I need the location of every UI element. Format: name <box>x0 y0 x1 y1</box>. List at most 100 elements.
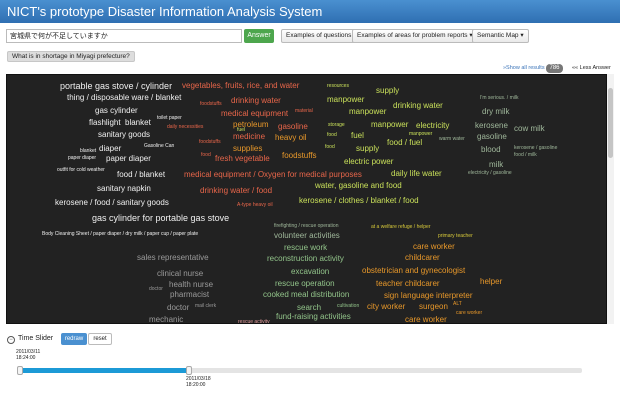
cloud-word[interactable]: food <box>325 145 335 150</box>
scrollbar-thumb[interactable] <box>608 88 613 158</box>
cloud-word[interactable]: dry milk <box>482 108 510 116</box>
cloud-word[interactable]: medicine <box>233 133 265 141</box>
reset-button[interactable]: reset <box>88 333 112 345</box>
cloud-word[interactable]: kerosene / gasoline <box>514 146 557 151</box>
cloud-word[interactable]: sales representative <box>137 254 209 262</box>
cloud-word[interactable]: sanitary napkin <box>97 185 151 193</box>
cloud-word[interactable]: fund-raising activities <box>276 313 351 321</box>
time-slider-start-handle[interactable] <box>17 366 23 375</box>
cloud-word[interactable]: obstetrician and gynecologist <box>362 267 465 275</box>
cloud-word[interactable]: blood <box>481 146 501 154</box>
cloud-word[interactable]: care worker <box>456 311 482 316</box>
cloud-word[interactable]: electricity / gasoline <box>468 171 512 176</box>
cloud-word[interactable]: gas cylinder for portable gas stove <box>92 214 229 223</box>
cloud-word[interactable]: blanket <box>125 119 151 127</box>
cloud-word[interactable]: manpower <box>327 96 364 104</box>
cloud-word[interactable]: mail clerk <box>195 304 216 309</box>
examples-questions-dropdown[interactable]: Examples of questions ▾ <box>281 29 362 43</box>
cloud-word[interactable]: gas cylinder <box>95 107 138 115</box>
time-slider-end-handle[interactable] <box>186 366 192 375</box>
cloud-word[interactable]: resources <box>327 84 349 89</box>
cloud-word[interactable]: drinking water <box>393 102 443 110</box>
cloud-word[interactable]: childcarer <box>405 254 440 262</box>
cloud-word[interactable]: rescue operation <box>275 280 335 288</box>
cloud-word[interactable]: food / fuel <box>387 139 422 147</box>
cloud-word[interactable]: foodstuffs <box>282 152 317 160</box>
less-answer-link[interactable]: «« Less Answer <box>572 65 611 71</box>
cloud-scrollbar[interactable] <box>607 74 614 324</box>
cloud-word[interactable]: kerosene / clothes / blanket / food <box>299 197 419 205</box>
cloud-word[interactable]: storage <box>328 123 345 128</box>
cloud-word[interactable]: doctor <box>167 304 189 312</box>
cloud-word[interactable]: manpower <box>409 132 432 137</box>
cloud-word[interactable]: portable gas stove / cylinder <box>60 82 172 91</box>
cloud-word[interactable]: A-type heavy oil <box>237 203 273 208</box>
cloud-word[interactable]: medical equipment <box>221 110 288 118</box>
search-input[interactable]: 宮城県で何が不足していますか <box>6 29 242 43</box>
cloud-word[interactable]: supplies <box>233 145 262 153</box>
cloud-word[interactable]: search <box>297 304 321 312</box>
cloud-word[interactable]: Body Cleaning Sheet / paper diaper / dry… <box>42 232 198 237</box>
cloud-word[interactable]: warm water <box>439 137 465 142</box>
cloud-word[interactable]: primary teacher <box>438 234 473 239</box>
cloud-word[interactable]: at a welfare refuge / helper <box>371 225 430 230</box>
cloud-word[interactable]: paper diaper <box>68 156 96 161</box>
cloud-word[interactable]: mechanic <box>149 316 183 324</box>
cloud-word[interactable]: supply <box>356 145 379 153</box>
cloud-word[interactable]: rescue activity <box>238 320 270 324</box>
cloud-word[interactable]: Gasoline Can <box>144 144 174 149</box>
cloud-word[interactable]: sanitary goods <box>98 131 150 139</box>
cloud-word[interactable]: care worker <box>413 243 455 251</box>
cloud-word[interactable]: gasoline <box>278 123 308 131</box>
cloud-word[interactable]: milk <box>489 161 503 169</box>
cloud-word[interactable]: vegetables, fruits, rice, and water <box>182 82 299 90</box>
cloud-word[interactable]: helper <box>480 278 502 286</box>
cloud-word[interactable]: foodstuffs <box>200 102 222 107</box>
cloud-word[interactable]: care worker <box>405 316 447 324</box>
cloud-word[interactable]: toilet paper <box>157 116 182 121</box>
show-all-results-link[interactable]: »Show all results <box>503 65 545 71</box>
cloud-word[interactable]: paper diaper <box>106 155 151 163</box>
answer-button[interactable]: Answer <box>244 29 274 43</box>
cloud-word[interactable]: thing / disposable ware / blanket <box>67 94 181 102</box>
redraw-button[interactable]: redraw <box>61 333 87 345</box>
cloud-word[interactable]: cooked meal distribution <box>263 291 349 299</box>
cloud-word[interactable]: material <box>295 109 313 114</box>
cloud-word[interactable]: doctor <box>149 287 163 292</box>
examples-areas-dropdown[interactable]: Examples of areas for problem reports ▾ <box>352 29 478 43</box>
cloud-word[interactable]: fuel <box>351 132 364 140</box>
cloud-word[interactable]: food / milk <box>514 153 537 158</box>
cloud-word[interactable]: foodstuffs <box>199 140 221 145</box>
cloud-word[interactable]: manpower <box>371 121 408 129</box>
cloud-word[interactable]: firefighting / rescue operation <box>274 224 338 229</box>
cloud-word[interactable]: food <box>201 153 211 158</box>
cloud-word[interactable]: gasoline <box>477 133 507 141</box>
cloud-word[interactable]: food <box>327 133 337 138</box>
cloud-word[interactable]: flashlight <box>89 119 121 127</box>
cloud-word[interactable]: heavy oil <box>275 134 307 142</box>
time-slider-toggle-icon[interactable]: − <box>7 336 15 344</box>
cloud-word[interactable]: daily life water <box>391 170 442 178</box>
cloud-word[interactable]: reconstruction activity <box>267 255 344 263</box>
cloud-word[interactable]: sign language interpreter <box>384 292 473 300</box>
cloud-word[interactable]: medical equipment / Oxygen for medical p… <box>184 171 362 179</box>
cloud-word[interactable]: kerosene <box>475 122 508 130</box>
cloud-word[interactable]: electric power <box>344 158 393 166</box>
cloud-word[interactable]: fresh vegetable <box>215 155 270 163</box>
cloud-word[interactable]: food / blanket <box>117 171 165 179</box>
cloud-word[interactable]: pharmacist <box>170 291 209 299</box>
cloud-word[interactable]: drinking water / food <box>200 187 272 195</box>
cloud-word[interactable]: clinical nurse <box>157 270 203 278</box>
cloud-word[interactable]: supply <box>376 87 399 95</box>
cloud-word[interactable]: ALT <box>453 302 462 307</box>
cloud-word[interactable]: electricity <box>416 122 449 130</box>
semantic-map-dropdown[interactable]: Semantic Map ▾ <box>472 29 529 43</box>
cloud-word[interactable]: drinking water <box>231 97 281 105</box>
cloud-word[interactable]: water, gasoline and food <box>315 182 402 190</box>
cloud-word[interactable]: cultivation <box>337 304 359 309</box>
cloud-word[interactable]: city worker <box>367 303 405 311</box>
cloud-word[interactable]: daily necessities <box>167 125 203 130</box>
cloud-word[interactable]: manpower <box>349 108 386 116</box>
cloud-word[interactable]: I'm serious. / milk <box>480 96 518 101</box>
cloud-word[interactable]: outfit for cold weather <box>57 168 105 173</box>
